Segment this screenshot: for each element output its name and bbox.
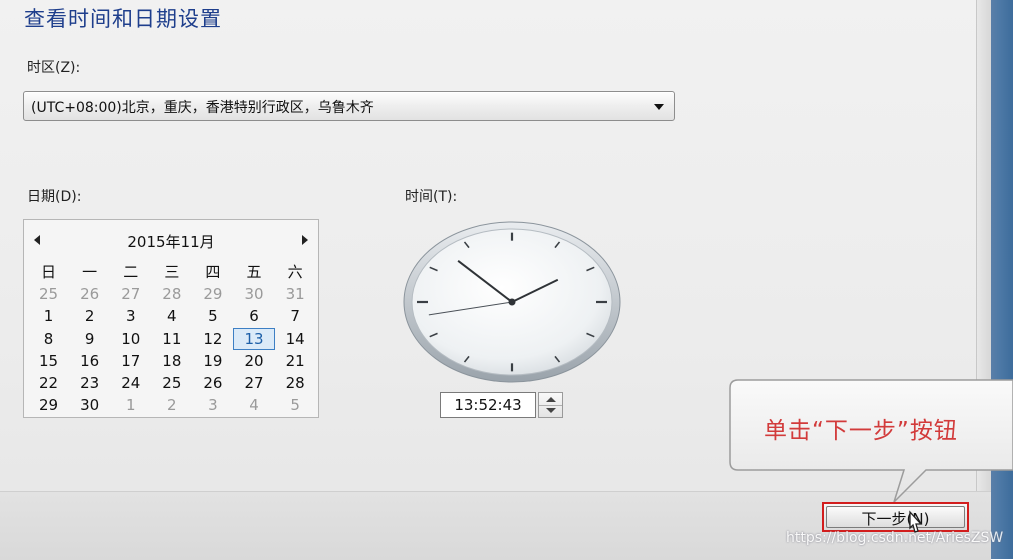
calendar-day[interactable]: 2: [69, 305, 110, 327]
time-label: 时间(T):: [405, 189, 458, 205]
calendar-day[interactable]: 1: [28, 305, 69, 327]
calendar-day[interactable]: 16: [69, 350, 110, 372]
calendar-day[interactable]: 4: [233, 394, 274, 416]
calendar-day[interactable]: 17: [110, 350, 151, 372]
weekday-label: 一: [82, 263, 98, 281]
calendar-selected-day[interactable]: 13: [233, 327, 275, 350]
date-label: 日期(D):: [27, 189, 82, 205]
calendar-day[interactable]: 22: [28, 372, 69, 394]
calendar-day[interactable]: 30: [233, 283, 274, 305]
weekday-label: 日: [41, 263, 57, 281]
calendar-day[interactable]: 30: [69, 394, 110, 416]
calendar-month-title[interactable]: 2015年11月: [24, 231, 318, 252]
next-month-arrow-icon[interactable]: [302, 235, 308, 245]
date-time-settings-window: 查看时间和日期设置 时区(Z): (UTC+08:00)北京，重庆，香港特别行政…: [0, 0, 1013, 560]
calendar-day[interactable]: 3: [192, 394, 233, 416]
analog-clock: [402, 220, 622, 385]
chevron-down-icon[interactable]: [654, 104, 664, 110]
calendar-day[interactable]: 24: [110, 372, 151, 394]
next-button[interactable]: 下一步(N): [822, 502, 969, 532]
calendar-week-row: 29 30 1 2 3 4 5: [28, 394, 316, 416]
timezone-selected-value: (UTC+08:00)北京，重庆，香港特别行政区，乌鲁木齐: [31, 100, 374, 116]
next-button-label: 下一步(N): [861, 510, 930, 528]
calendar-week-row: 1234567: [28, 305, 316, 327]
calendar-week-row: 22 23 24 25 26 27 28: [28, 372, 316, 394]
watermark: https://blog.csdn.net/AriesZSW: [786, 530, 1004, 546]
calendar-week-row: 15 16 17 18 19 20 21: [28, 350, 316, 372]
spinner-up-icon[interactable]: [546, 397, 556, 402]
calendar-day[interactable]: 8: [28, 328, 69, 350]
calendar-day[interactable]: 29: [192, 283, 233, 305]
calendar-day[interactable]: 1: [110, 394, 151, 416]
calendar-week-row: 8 9 10 11 12 13 14: [28, 327, 316, 350]
calendar-day[interactable]: 15: [28, 350, 69, 372]
timezone-label: 时区(Z):: [27, 60, 81, 76]
time-input[interactable]: 13:52:43: [440, 392, 536, 418]
calendar-day[interactable]: 28: [275, 372, 316, 394]
callout-text: 单击“下一步”按钮: [764, 418, 958, 444]
weekday-label: 四: [205, 263, 221, 281]
calendar-day[interactable]: 31: [275, 283, 316, 305]
calendar-day[interactable]: 14: [275, 328, 316, 350]
weekday-label: 五: [246, 263, 262, 281]
calendar-day[interactable]: 3: [110, 305, 151, 327]
calendar-day[interactable]: 29: [28, 394, 69, 416]
calendar-day[interactable]: 27: [233, 372, 274, 394]
calendar-day[interactable]: 6: [233, 305, 274, 327]
calendar-day[interactable]: 25: [151, 372, 192, 394]
page-title: 查看时间和日期设置: [24, 7, 222, 31]
calendar-day[interactable]: 26: [69, 283, 110, 305]
calendar: 2015年11月 日一二三四五六 25 26 27 28 29 30 31 1 2 3 4 5 6 7 8 9 1…: [23, 219, 319, 418]
calendar-day[interactable]: 26: [192, 372, 233, 394]
calendar-day[interactable]: 5: [275, 394, 316, 416]
calendar-day[interactable]: 21: [275, 350, 316, 372]
calendar-day[interactable]: 25: [28, 283, 69, 305]
spinner-down-icon[interactable]: [546, 408, 556, 413]
weekday-label: 三: [164, 263, 180, 281]
calendar-day[interactable]: 20: [233, 350, 274, 372]
spinner-divider: [539, 405, 562, 406]
calendar-day[interactable]: 10: [110, 328, 151, 350]
calendar-day[interactable]: 11: [151, 328, 192, 350]
timezone-dropdown[interactable]: (UTC+08:00)北京，重庆，香港特别行政区，乌鲁木齐: [23, 91, 675, 121]
weekday-label: 六: [287, 263, 303, 281]
calendar-day[interactable]: 12: [192, 328, 233, 350]
calendar-day[interactable]: 18: [151, 350, 192, 372]
calendar-weekday-header: 日一二三四五六: [28, 261, 316, 283]
calendar-day[interactable]: 27: [110, 283, 151, 305]
calendar-week-row: 25 26 27 28 29 30 31: [28, 283, 316, 305]
calendar-day[interactable]: 9: [69, 328, 110, 350]
calendar-day[interactable]: 5: [192, 305, 233, 327]
weekday-label: 二: [123, 263, 139, 281]
calendar-day[interactable]: 23: [69, 372, 110, 394]
calendar-day[interactable]: 7: [275, 305, 316, 327]
calendar-day[interactable]: 2: [151, 394, 192, 416]
calendar-grid: 日一二三四五六 25 26 27 28 29 30 31 1 2 3 4 5 6 7 8 9 10 11 12 13 14…: [28, 261, 316, 416]
calendar-day[interactable]: 28: [151, 283, 192, 305]
time-spinner[interactable]: [538, 392, 563, 418]
calendar-day[interactable]: 4: [151, 305, 192, 327]
calendar-day[interactable]: 19: [192, 350, 233, 372]
